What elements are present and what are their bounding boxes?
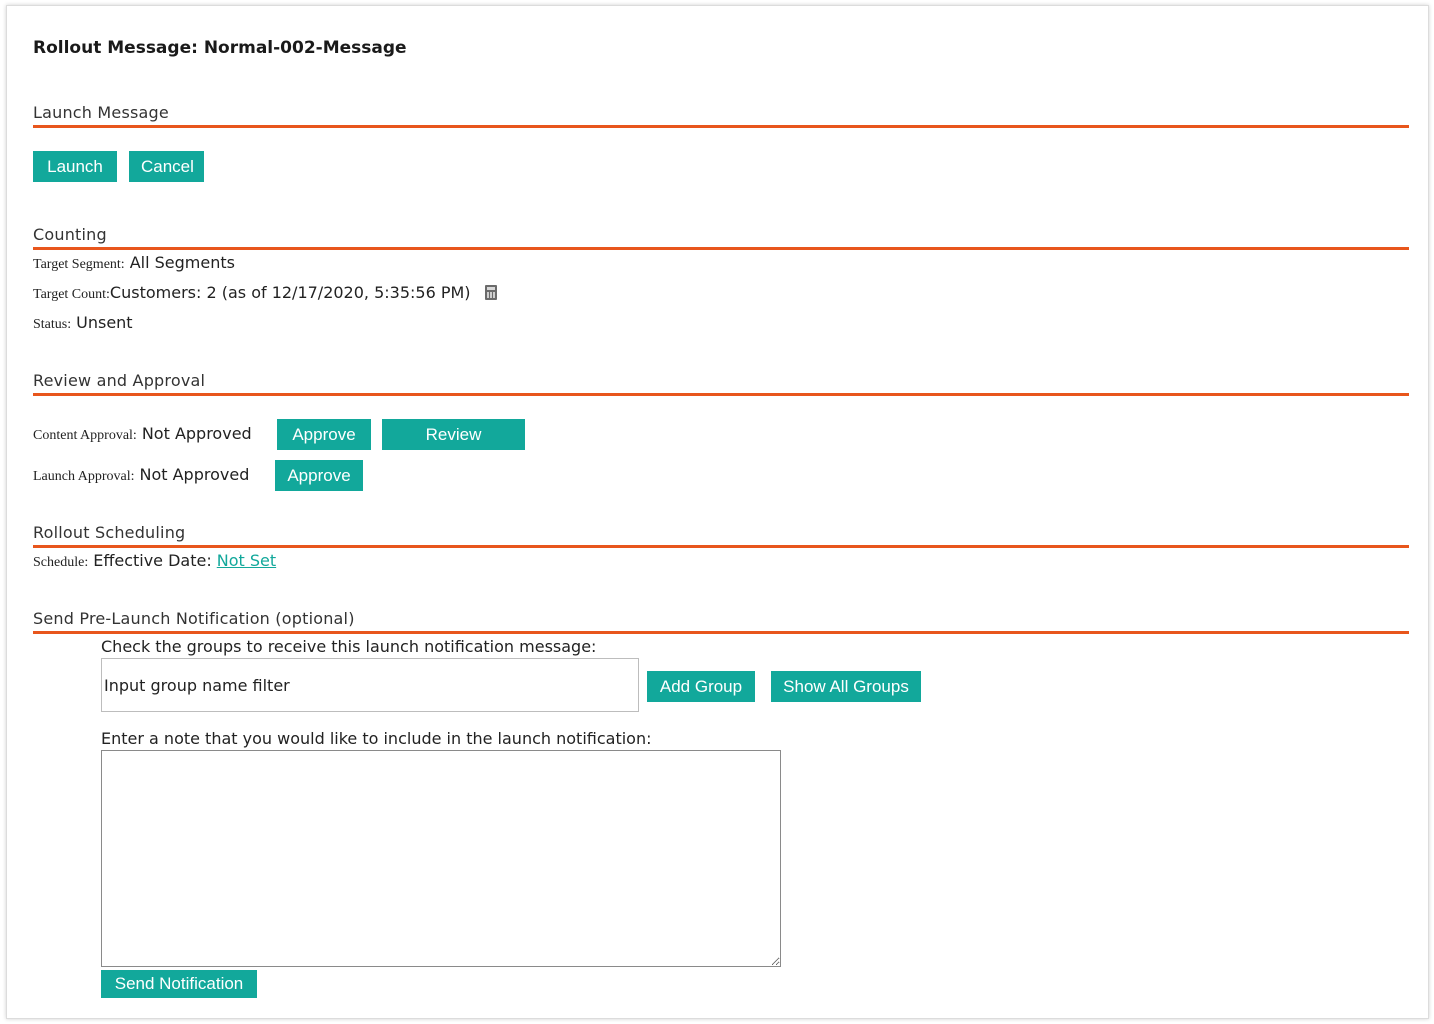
- add-group-button[interactable]: Add Group: [647, 671, 755, 702]
- status-label: Status:: [33, 317, 72, 332]
- target-count-value: Customers: 2 (as of 12/17/2020, 5:35:56 …: [109, 283, 471, 302]
- effective-date-link[interactable]: Not Set: [217, 551, 276, 570]
- launch-approval-row: Launch Approval: Not Approved: [33, 465, 249, 485]
- target-count-row: Target Count: Customers: 2 (as of 12/17/…: [33, 283, 497, 303]
- group-filter-input[interactable]: [101, 658, 639, 712]
- notification-note-textarea[interactable]: [101, 750, 781, 967]
- section-heading-scheduling: Rollout Scheduling: [33, 523, 186, 542]
- section-divider: [33, 631, 1409, 634]
- approve-launch-button[interactable]: Approve: [275, 460, 363, 491]
- status-value: Unsent: [76, 313, 133, 332]
- effective-date-label: Effective Date:: [93, 551, 212, 570]
- status-row: Status: Unsent: [33, 313, 133, 333]
- section-divider: [33, 545, 1409, 548]
- cancel-button[interactable]: Cancel: [129, 151, 204, 182]
- target-segment-label: Target Segment:: [33, 257, 125, 272]
- target-segment-value: All Segments: [129, 253, 235, 272]
- rollout-panel: Rollout Message: Normal-002-Message Laun…: [6, 5, 1429, 1019]
- section-heading-counting: Counting: [33, 225, 107, 244]
- section-divider: [33, 247, 1409, 250]
- content-approval-label: Content Approval:: [33, 428, 137, 443]
- target-segment-row: Target Segment: All Segments: [33, 253, 235, 273]
- section-heading-review: Review and Approval: [33, 371, 206, 390]
- section-divider: [33, 393, 1409, 396]
- launch-button[interactable]: Launch: [33, 151, 117, 182]
- launch-approval-value: Not Approved: [139, 465, 250, 484]
- launch-approval-label: Launch Approval:: [33, 469, 135, 484]
- approve-content-button[interactable]: Approve: [277, 419, 371, 450]
- page-title: Rollout Message: Normal-002-Message: [33, 38, 407, 58]
- section-heading-launch: Launch Message: [33, 103, 169, 122]
- calculator-icon[interactable]: [484, 285, 497, 300]
- content-approval-row: Content Approval: Not Approved: [33, 424, 252, 444]
- review-content-button[interactable]: Review Content: [382, 419, 525, 475]
- section-divider: [33, 125, 1409, 128]
- groups-prompt: Check the groups to receive this launch …: [101, 637, 597, 656]
- section-heading-notification: Send Pre-Launch Notification (optional): [33, 609, 355, 628]
- note-prompt: Enter a note that you would like to incl…: [101, 729, 652, 748]
- show-all-groups-button[interactable]: Show All Groups: [771, 671, 921, 702]
- target-count-label: Target Count:: [33, 287, 110, 302]
- schedule-row: Schedule: Effective Date: Not Set: [33, 551, 276, 571]
- send-notification-button[interactable]: Send Notification: [101, 970, 257, 998]
- content-approval-value: Not Approved: [141, 424, 252, 443]
- schedule-label: Schedule:: [33, 555, 89, 570]
